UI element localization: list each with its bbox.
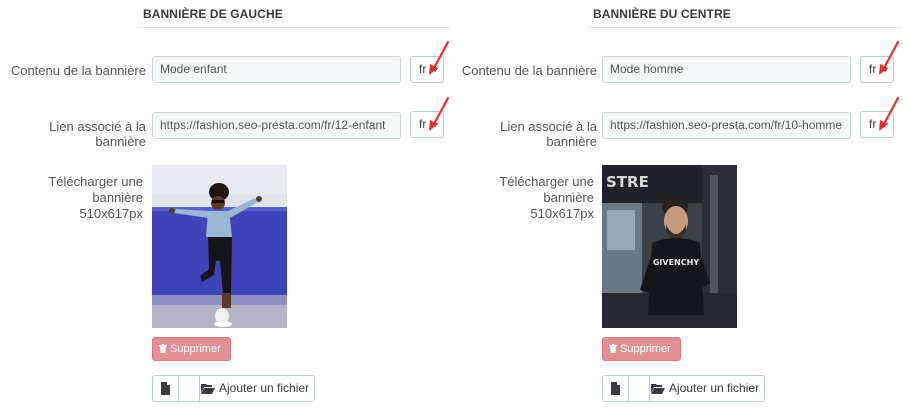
folder-open-icon [651,384,665,394]
upload-label-line1: Télécharger une bannière [48,174,143,205]
add-file-label: Ajouter un fichier [219,381,310,395]
lang-dropdown[interactable]: fr [860,56,894,83]
file-upload-group[interactable]: Ajouter un fichier [602,375,765,402]
file-icon-cell [603,376,629,401]
file-upload-group[interactable]: Ajouter un fichier [152,375,315,402]
upload-label: Télécharger une bannière 510x617px [451,174,594,222]
section-title: BANNIÈRE DE GAUCHE [143,7,283,21]
delete-label: Supprimer [170,343,221,355]
add-file-button[interactable]: Ajouter un fichier [201,376,309,401]
file-icon [611,382,620,395]
banner-preview-image [152,165,287,328]
upload-label-line1: Télécharger une bannière [499,174,594,205]
link-input[interactable]: https://fashion.seo-presta.com/fr/12-enf… [152,112,401,139]
lang-dropdown[interactable]: fr [410,111,444,138]
file-name-display [179,376,200,401]
add-file-label: Ajouter un fichier [669,381,760,395]
left-banner-section: BANNIÈRE DE GAUCHE Contenu de la bannièr… [0,0,451,415]
link-input[interactable]: https://fashion.seo-presta.com/fr/10-hom… [602,112,851,139]
file-name-display [629,376,650,401]
add-file-button[interactable]: Ajouter un fichier [651,376,759,401]
upload-label: Télécharger une bannière 510x617px [0,174,143,222]
lang-code: fr [419,117,427,131]
center-banner-section: BANNIÈRE DU CENTRE Contenu de la bannièr… [451,0,902,415]
lang-code: fr [419,62,427,76]
content-label: Contenu de la bannière [10,63,146,78]
delete-button[interactable]: Supprimer [602,337,681,361]
link-label: Lien associé à la bannière [49,119,146,149]
delete-label: Supprimer [620,343,671,355]
caret-down-icon [882,123,888,127]
lang-code: fr [869,117,877,131]
link-label: Lien associé à la bannière [500,119,597,149]
upload-label-dimensions: 510x617px [530,206,594,221]
trash-icon [159,344,167,353]
folder-open-icon [201,384,215,394]
delete-button[interactable]: Supprimer [152,337,231,361]
upload-label-wrap: Télécharger une bannière 510x617px [0,174,146,222]
content-label: Contenu de la bannière [461,63,597,78]
banner-preview-image: STRE GIVENCHY [602,165,737,328]
lang-dropdown[interactable]: fr [410,56,444,83]
content-input[interactable]: Mode enfant [152,56,401,83]
section-divider [588,27,901,28]
upload-label-wrap: Télécharger une bannière 510x617px [451,174,597,222]
upload-label-dimensions: 510x617px [79,206,143,221]
svg-text:STRE: STRE [606,173,649,191]
content-input[interactable]: Mode homme [602,56,851,83]
caret-down-icon [432,68,438,72]
file-icon-cell [153,376,179,401]
lang-dropdown[interactable]: fr [860,111,894,138]
caret-down-icon [882,68,888,72]
file-icon [161,382,170,395]
section-divider [137,27,450,28]
section-title: BANNIÈRE DU CENTRE [593,7,731,21]
trash-icon [609,344,617,353]
lang-code: fr [869,62,877,76]
image-sign-text: GIVENCHY [653,258,699,267]
caret-down-icon [432,123,438,127]
